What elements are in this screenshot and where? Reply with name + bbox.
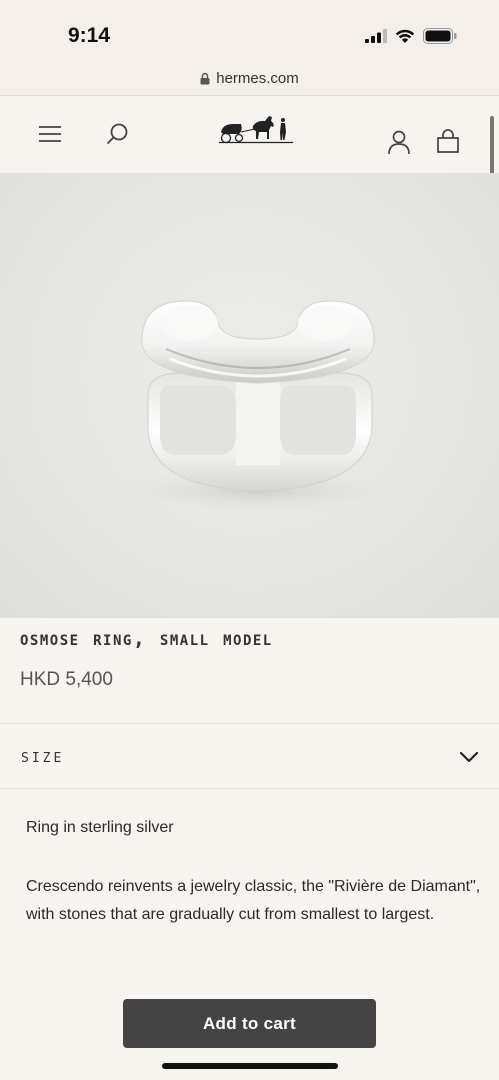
hermes-carriage-logo[interactable] xyxy=(216,111,296,147)
status-time: 9:14 xyxy=(68,24,111,47)
wifi-icon xyxy=(395,29,415,43)
size-selector[interactable]: Size xyxy=(0,725,499,788)
account-icon[interactable] xyxy=(386,128,412,156)
add-to-cart-button[interactable]: Add to cart xyxy=(123,999,376,1048)
home-indicator[interactable] xyxy=(162,1063,338,1069)
product-price: HKD 5,400 xyxy=(20,669,113,690)
shopping-bag-icon[interactable] xyxy=(435,127,461,155)
price-divider xyxy=(0,723,499,724)
product-description-short: Ring in sterling silver xyxy=(26,819,174,836)
status-bar: 9:14 xyxy=(0,0,499,62)
hamburger-menu-icon[interactable] xyxy=(36,123,64,145)
product-image[interactable] xyxy=(0,173,499,617)
product-title: Osmose ring, small model xyxy=(20,626,273,650)
product-description-long: Crescendo reinvents a jewelry classic, t… xyxy=(26,878,481,923)
status-icons xyxy=(365,28,457,44)
url-text: hermes.com xyxy=(216,70,299,87)
size-divider xyxy=(0,788,499,789)
silver-ring-image xyxy=(108,300,408,513)
image-divider xyxy=(0,617,499,618)
browser-url-bar[interactable]: hermes.com xyxy=(0,62,499,96)
site-header xyxy=(0,97,499,173)
battery-icon xyxy=(423,28,457,44)
search-icon[interactable] xyxy=(104,120,132,148)
chevron-down-icon xyxy=(459,751,479,762)
cellular-signal-icon xyxy=(365,29,387,43)
lock-icon xyxy=(200,72,210,85)
size-label: Size xyxy=(21,746,65,767)
